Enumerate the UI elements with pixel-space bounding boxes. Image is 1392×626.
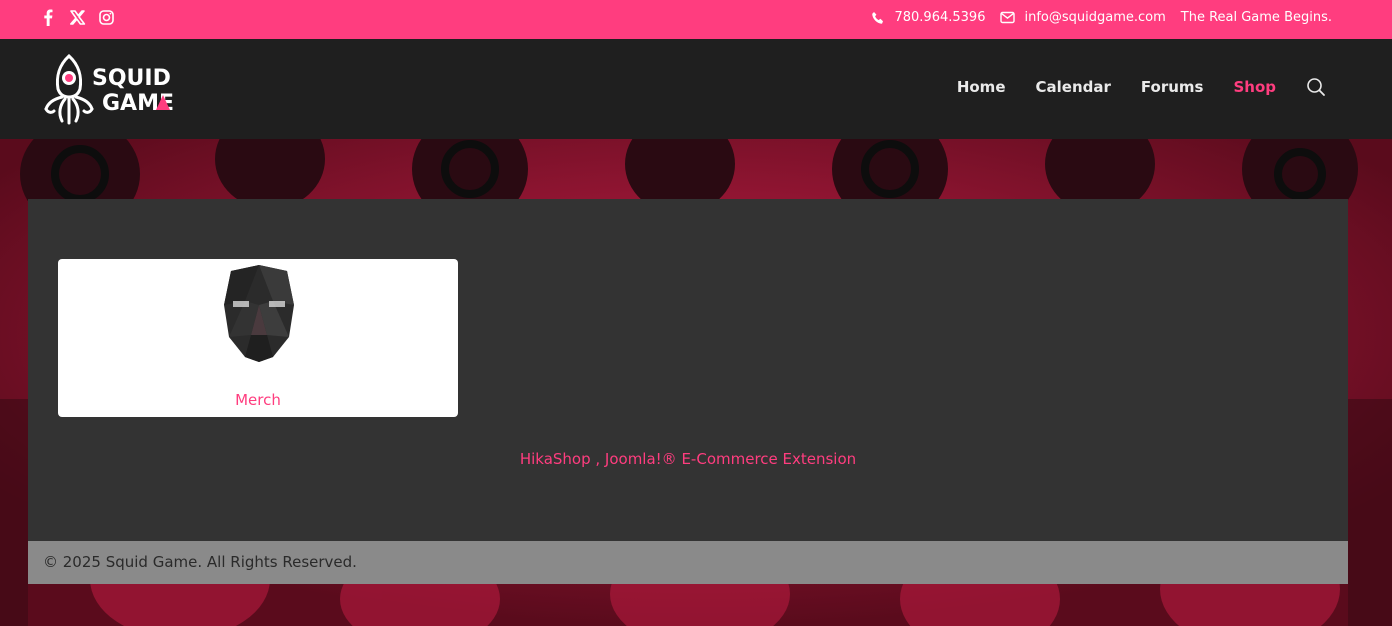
hikashop-credit-link[interactable]: HikaShop , Joomla!® E-Commerce Extension bbox=[28, 450, 1348, 468]
contact-info: 780.964.5396 info@squidgame.com The Real… bbox=[856, 10, 1332, 25]
phone-item[interactable]: 780.964.5396 bbox=[871, 10, 985, 25]
x-icon[interactable] bbox=[69, 9, 86, 26]
nav-calendar[interactable]: Calendar bbox=[1036, 78, 1111, 96]
email-address: info@squidgame.com bbox=[1024, 10, 1166, 25]
site-header: SQUID GAME Home Calendar Forums Shop bbox=[0, 39, 1392, 139]
category-title-merch[interactable]: Merch bbox=[58, 391, 458, 409]
main-nav: Home Calendar Forums Shop bbox=[927, 77, 1326, 97]
social-links bbox=[40, 9, 115, 26]
squid-game-logo[interactable]: SQUID GAME bbox=[42, 53, 182, 125]
logo-text-squid: SQUID bbox=[92, 66, 171, 91]
site-footer: © 2025 Squid Game. All Rights Reserved. bbox=[28, 541, 1348, 584]
email-item[interactable]: info@squidgame.com bbox=[1000, 10, 1166, 25]
category-card-merch[interactable]: Merch bbox=[58, 259, 458, 417]
frontman-mask-image bbox=[224, 265, 294, 362]
phone-icon bbox=[872, 11, 884, 24]
facebook-icon[interactable] bbox=[40, 9, 57, 26]
nav-forums[interactable]: Forums bbox=[1141, 78, 1204, 96]
envelope-icon bbox=[1000, 11, 1016, 24]
tagline: The Real Game Begins. bbox=[1180, 10, 1332, 25]
content-panel: Merch HikaShop , Joomla!® E-Commerce Ext… bbox=[28, 199, 1348, 541]
copyright-text: © 2025 Squid Game. All Rights Reserved. bbox=[43, 553, 357, 571]
nav-shop[interactable]: Shop bbox=[1233, 78, 1276, 96]
instagram-icon[interactable] bbox=[98, 9, 115, 26]
phone-number: 780.964.5396 bbox=[894, 10, 986, 25]
search-icon[interactable] bbox=[1306, 77, 1326, 97]
nav-home[interactable]: Home bbox=[957, 78, 1006, 96]
top-bar: 780.964.5396 info@squidgame.com The Real… bbox=[0, 0, 1392, 39]
